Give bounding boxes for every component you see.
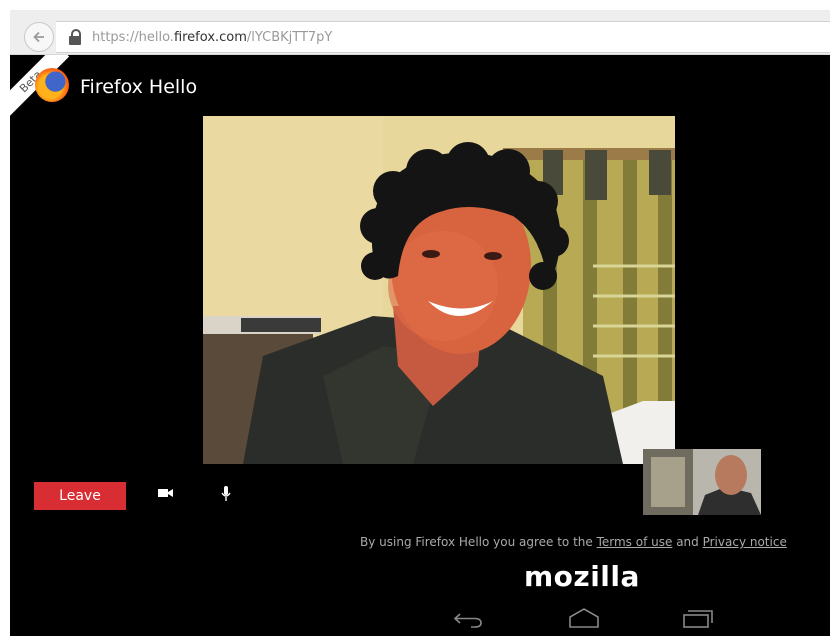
- back-arrow-icon: [33, 31, 44, 43]
- terms-notice: By using Firefox Hello you agree to the …: [360, 535, 787, 549]
- video-camera-icon[interactable]: [158, 487, 174, 499]
- address-bar[interactable]: https://hello.firefox.com/lYCBKjTT7pY: [56, 21, 830, 53]
- mozilla-logo: mozilla: [524, 560, 640, 593]
- leave-button[interactable]: Leave: [34, 482, 126, 510]
- local-video: [643, 449, 761, 515]
- terms-of-use-link[interactable]: Terms of use: [597, 535, 673, 549]
- privacy-notice-link[interactable]: Privacy notice: [703, 535, 787, 549]
- browser-toolbar: https://hello.firefox.com/lYCBKjTT7pY: [10, 10, 830, 55]
- hello-conversation-window: Beta Firefox Hello Leave By using Firefo…: [10, 55, 830, 636]
- android-recents-icon[interactable]: [682, 609, 714, 629]
- microphone-icon[interactable]: [221, 486, 231, 502]
- lock-icon: [68, 29, 82, 45]
- android-home-icon[interactable]: [567, 607, 601, 629]
- android-back-icon[interactable]: [453, 610, 483, 628]
- back-button[interactable]: [24, 22, 54, 52]
- remote-video: [203, 116, 675, 464]
- firefox-logo-icon: [35, 68, 69, 102]
- app-title: Firefox Hello: [80, 76, 198, 98]
- url-text: https://hello.firefox.com/lYCBKjTT7pY: [92, 29, 333, 45]
